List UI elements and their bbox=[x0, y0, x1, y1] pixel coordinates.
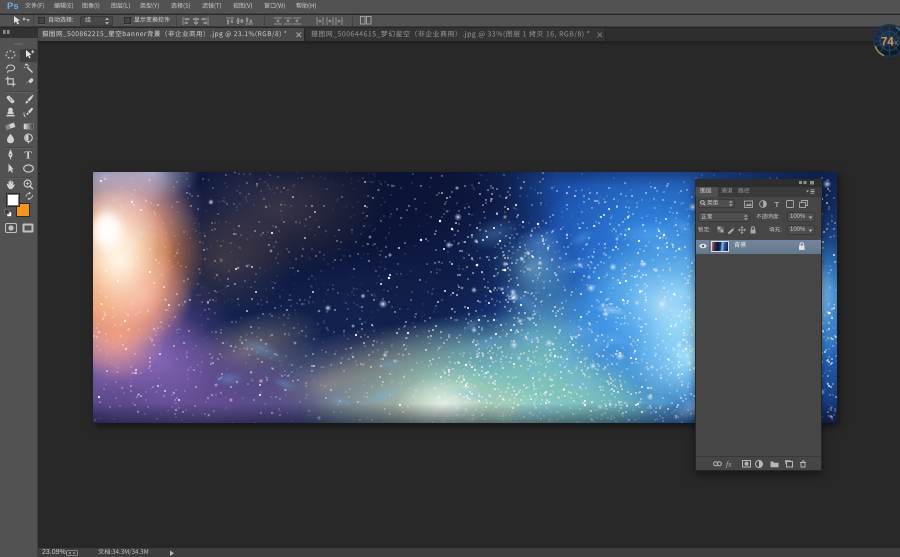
svg-text:74: 74 bbox=[881, 37, 894, 49]
svg-text:T: T bbox=[775, 200, 780, 208]
svg-text:fx: fx bbox=[726, 460, 732, 468]
svg-text:T: T bbox=[24, 150, 32, 161]
svg-text:x: x bbox=[895, 40, 899, 47]
